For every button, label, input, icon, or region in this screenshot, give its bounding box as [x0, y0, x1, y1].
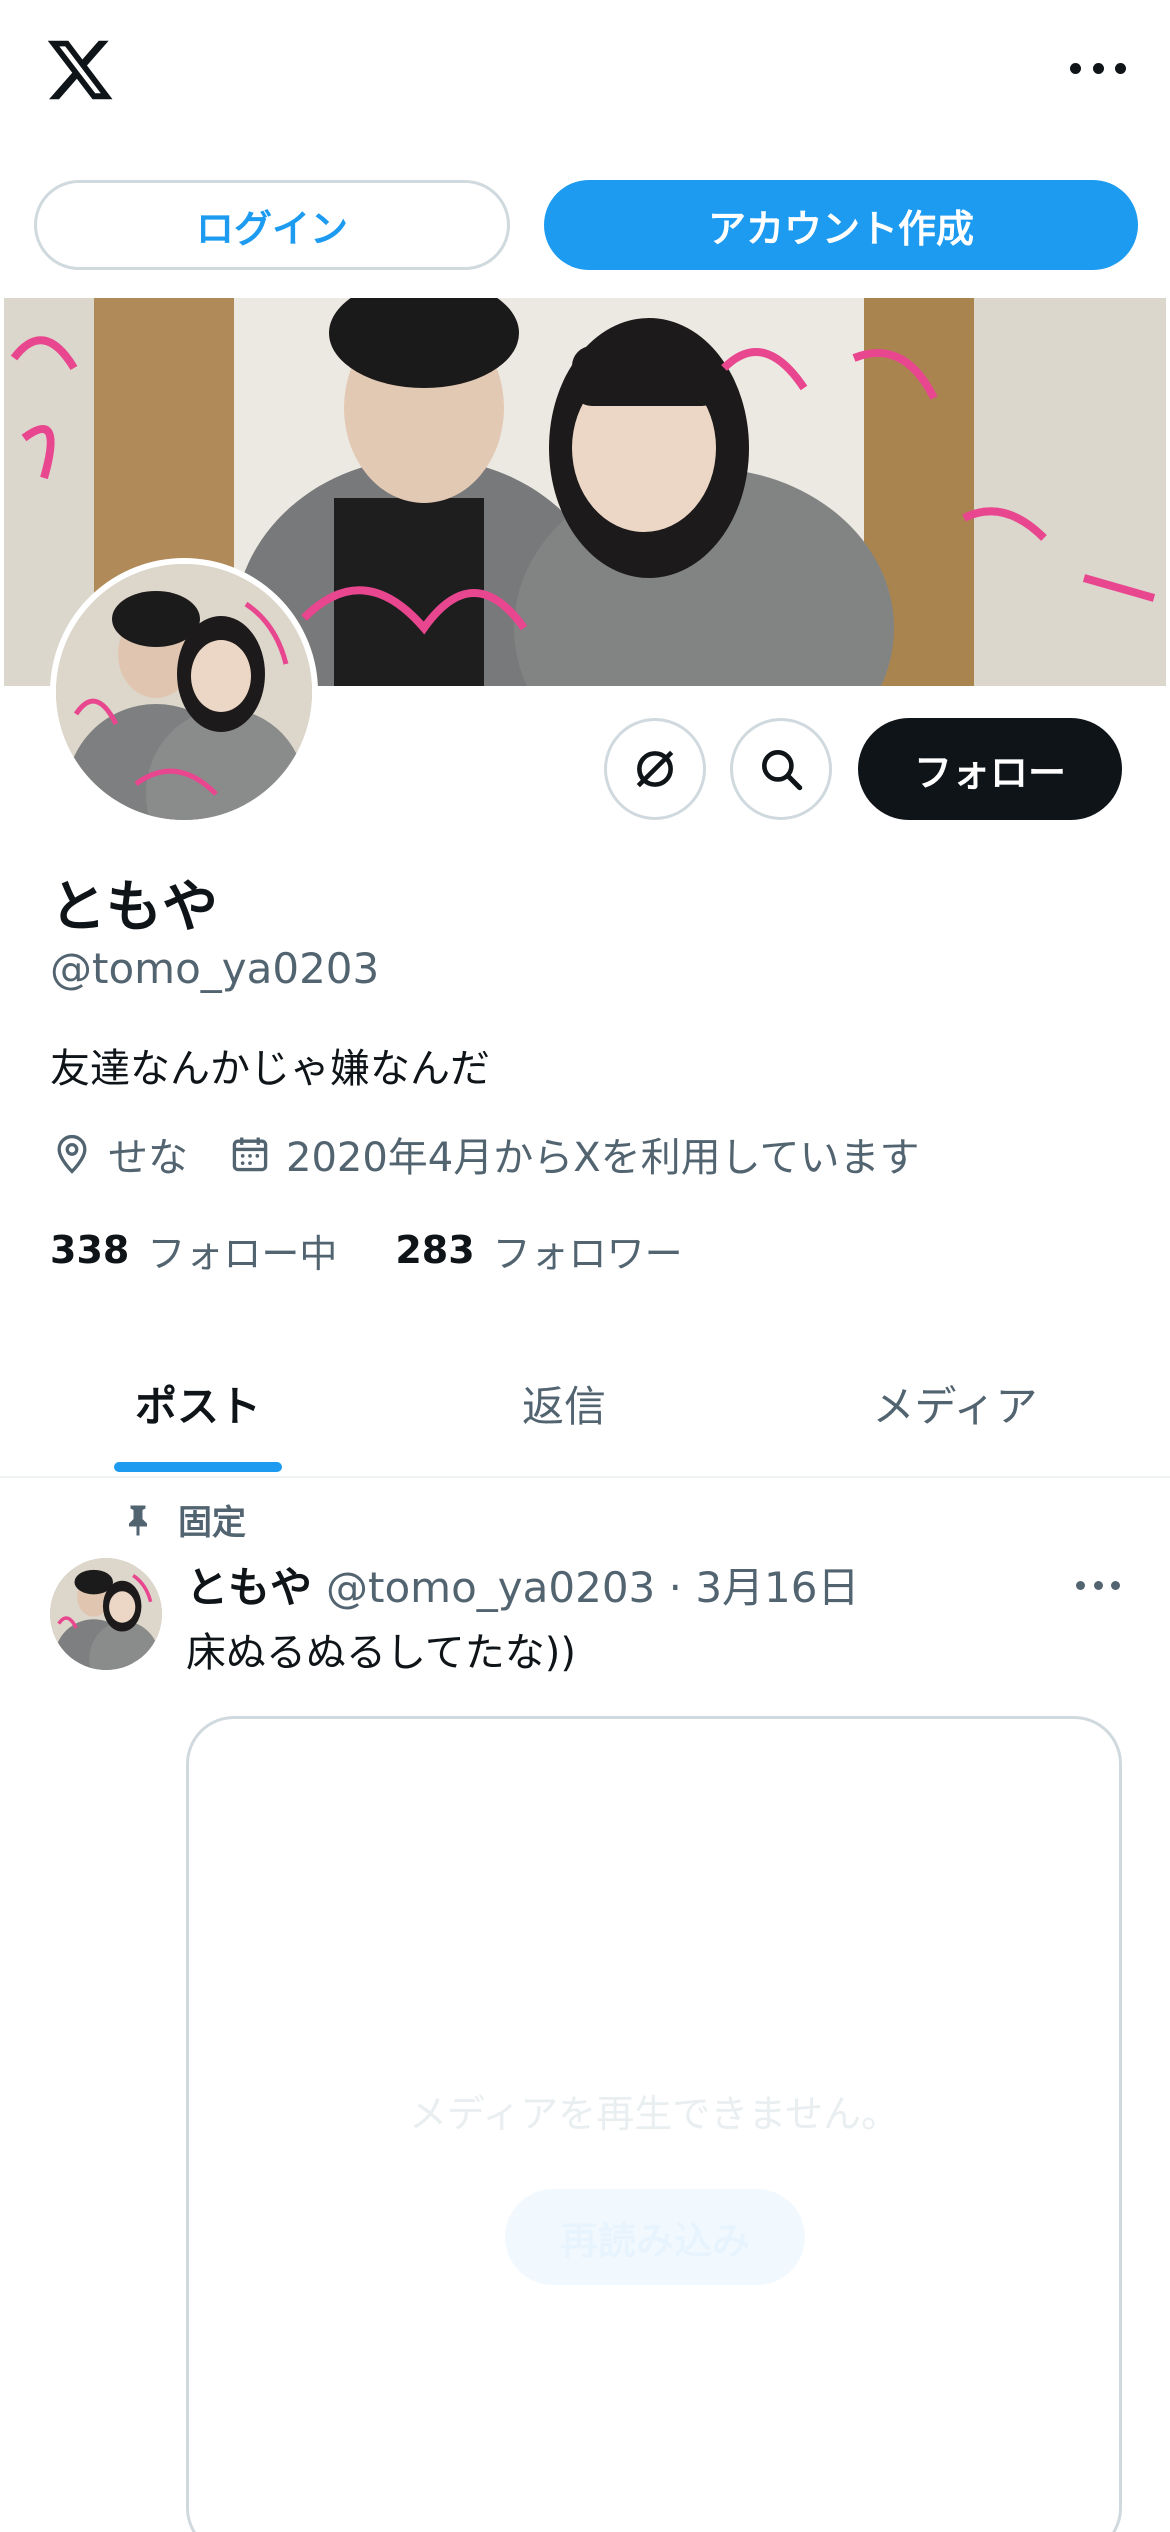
- grok-icon: [636, 750, 674, 788]
- location-text: せな: [108, 1135, 188, 1181]
- active-tab-indicator: [114, 1462, 282, 1472]
- pin-icon: [129, 1505, 147, 1536]
- profile-meta: せな 2020年4月からXを利用しています: [50, 1126, 919, 1182]
- user-handle: @tomo_ya0203: [50, 944, 380, 993]
- post-text: 床ぬるぬるしてたな)): [186, 1630, 577, 1676]
- tab-posts[interactable]: ポスト: [40, 1330, 356, 1476]
- top-bar: [0, 0, 1170, 150]
- avatar-photo: [56, 564, 312, 820]
- profile-bio: 友達なんかじゃ嫌なんだ: [50, 1046, 490, 1092]
- joined-date: 2020年4月からXを利用しています: [286, 1135, 920, 1181]
- following-count[interactable]: 338: [50, 1228, 129, 1272]
- post-avatar-photo: [50, 1558, 162, 1670]
- display-name: ともや: [50, 875, 218, 940]
- location-icon: [57, 1134, 87, 1174]
- more-horizontal-icon[interactable]: [1070, 58, 1126, 78]
- post-handle-date[interactable]: @tomo_ya0203 · 3月16日: [326, 1554, 859, 1615]
- pinned-indicator: 固定: [120, 1494, 246, 1544]
- followers-count[interactable]: 283: [395, 1228, 474, 1272]
- post-avatar[interactable]: [50, 1558, 162, 1670]
- post-media-card[interactable]: メディアを再生できません。 再読み込み: [186, 1716, 1122, 2532]
- create-account-button[interactable]: アカウント作成: [544, 180, 1138, 270]
- tab-media[interactable]: メディア: [800, 1330, 1110, 1476]
- grok-button[interactable]: [604, 718, 706, 820]
- follow-button[interactable]: フォロー: [858, 718, 1122, 820]
- search-button[interactable]: [730, 718, 832, 820]
- follow-stats: 338 フォロー中 283 フォロワー: [50, 1222, 683, 1278]
- profile-avatar[interactable]: [50, 558, 318, 826]
- followers-label[interactable]: フォロワー: [493, 1223, 683, 1278]
- search-icon: [762, 750, 803, 791]
- calendar-icon: [232, 1137, 268, 1172]
- auth-buttons: ログイン アカウント作成: [34, 180, 1138, 270]
- tab-replies[interactable]: 返信: [404, 1330, 724, 1476]
- post-more-icon[interactable]: [1076, 1578, 1120, 1592]
- media-error-message: メディアを再生できません。: [408, 2092, 900, 2136]
- post-header: ともや @tomo_ya0203 · 3月16日: [186, 1554, 860, 1614]
- profile-tabs: ポスト 返信 メディア: [0, 1330, 1170, 1478]
- post-author-name[interactable]: ともや: [186, 1554, 312, 1615]
- login-button[interactable]: ログイン: [34, 180, 510, 270]
- pinned-label: 固定: [178, 1502, 246, 1543]
- following-label[interactable]: フォロー中: [147, 1223, 337, 1278]
- x-logo-icon[interactable]: [44, 34, 116, 106]
- retry-button[interactable]: 再読み込み: [505, 2189, 805, 2285]
